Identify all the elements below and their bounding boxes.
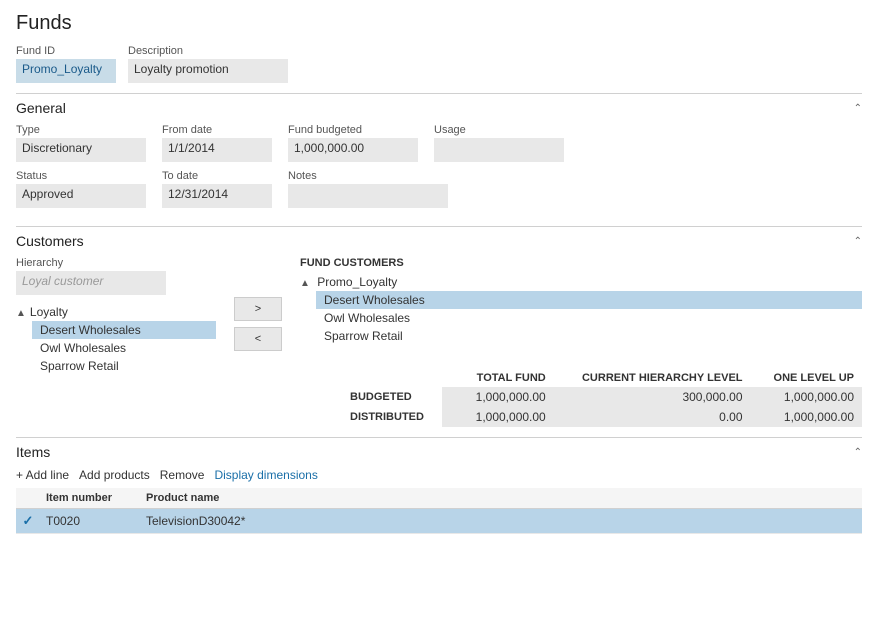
distributed-one-level: 1,000,000.00 (751, 407, 862, 427)
notes-label: Notes (288, 170, 448, 182)
fund-id-field: Fund ID Promo_Loyalty (16, 45, 116, 83)
general-section-header: General ⌃ (16, 94, 862, 120)
distributed-total: 1,000,000.00 (442, 407, 553, 427)
to-date-value[interactable]: 12/31/2014 (162, 184, 272, 208)
customers-section-header: Customers ⌃ (16, 227, 862, 253)
from-date-value[interactable]: 1/1/2014 (162, 138, 272, 162)
fund-customers-label: FUND CUSTOMERS (300, 257, 862, 269)
right-tree-item-owl[interactable]: Owl Wholesales (316, 309, 862, 327)
usage-label: Usage (434, 124, 564, 136)
distributed-current: 0.00 (554, 407, 751, 427)
customers-right-panel: FUND CUSTOMERS ▲ Promo_Loyalty Desert Wh… (300, 257, 862, 427)
col-current-hierarchy: CURRENT HIERARCHY LEVEL (554, 369, 751, 387)
budgeted-total: 1,000,000.00 (442, 387, 553, 407)
description-label: Description (128, 45, 288, 57)
fund-id-label: Fund ID (16, 45, 116, 57)
usage-field: Usage (434, 124, 564, 162)
customers-left-panel: Hierarchy Loyal customer ▲Loyalty Desert… (16, 257, 216, 427)
left-tree-item-owl[interactable]: Owl Wholesales (32, 339, 216, 357)
customers-mid-panel: > < (228, 257, 288, 427)
row-distributed-label: DISTRIBUTED (342, 407, 442, 427)
type-label: Type (16, 124, 146, 136)
customers-section-title: Customers (16, 233, 84, 249)
budgeted-one-level: 1,000,000.00 (751, 387, 862, 407)
fund-budgeted-value[interactable]: 1,000,000.00 (288, 138, 418, 162)
notes-value[interactable] (288, 184, 448, 208)
status-field: Status Approved (16, 170, 146, 208)
status-value[interactable]: Approved (16, 184, 146, 208)
tree-expand-icon: ▲ (16, 308, 26, 319)
row-budgeted-label: BUDGETED (342, 387, 442, 407)
items-section-title: Items (16, 444, 50, 460)
type-field: Type Discretionary (16, 124, 146, 162)
usage-value[interactable] (434, 138, 564, 162)
col-one-level-up: ONE LEVEL UP (751, 369, 862, 387)
status-label: Status (16, 170, 146, 182)
customers-layout: Hierarchy Loyal customer ▲Loyalty Desert… (16, 257, 862, 427)
left-tree-item-sparrow[interactable]: Sparrow Retail (32, 357, 216, 375)
row-product-name: TelevisionD30042* (140, 510, 862, 532)
header-fields: Fund ID Promo_Loyalty Description Loyalt… (16, 45, 862, 83)
items-grid: Item number Product name ✓ T0020 Televis… (16, 488, 862, 534)
display-dimensions-button[interactable]: Display dimensions (214, 468, 317, 482)
right-tree-item-desert[interactable]: Desert Wholesales (316, 291, 862, 309)
items-section-header: Items ⌃ (16, 438, 862, 464)
add-line-button[interactable]: + Add line (16, 468, 69, 482)
general-row-2: Status Approved To date 12/31/2014 Notes (16, 170, 862, 208)
general-row-1: Type Discretionary From date 1/1/2014 Fu… (16, 124, 862, 162)
page-title: Funds (16, 12, 862, 35)
hierarchy-input[interactable]: Loyal customer (16, 271, 166, 295)
right-tree: ▲ Promo_Loyalty Desert Wholesales Owl Wh… (300, 273, 862, 345)
general-section-title: General (16, 100, 66, 116)
from-date-label: From date (162, 124, 272, 136)
to-date-label: To date (162, 170, 272, 182)
right-tree-item-sparrow[interactable]: Sparrow Retail (316, 327, 862, 345)
customers-section: Customers ⌃ Hierarchy Loyal customer ▲Lo… (16, 226, 862, 437)
summary-table: TOTAL FUND CURRENT HIERARCHY LEVEL ONE L… (342, 369, 862, 427)
row-check: ✓ (16, 509, 40, 533)
customers-section-body: Hierarchy Loyal customer ▲Loyalty Desert… (16, 253, 862, 437)
hierarchy-label: Hierarchy (16, 257, 216, 269)
items-grid-header: Item number Product name (16, 488, 862, 509)
right-tree-root[interactable]: ▲ Promo_Loyalty (300, 273, 862, 291)
description-value[interactable]: Loyalty promotion (128, 59, 288, 83)
description-field: Description Loyalty promotion (128, 45, 288, 83)
page-container: Funds Fund ID Promo_Loyalty Description … (0, 0, 878, 546)
col-total-fund: TOTAL FUND (442, 369, 553, 387)
notes-field: Notes (288, 170, 448, 208)
budgeted-current: 300,000.00 (554, 387, 751, 407)
col-item-header: Item number (40, 488, 140, 508)
to-date-field: To date 12/31/2014 (162, 170, 272, 208)
items-toolbar: + Add line Add products Remove Display d… (16, 464, 862, 488)
col-product-header: Product name (140, 488, 862, 508)
fund-id-value[interactable]: Promo_Loyalty (16, 59, 116, 83)
from-date-field: From date 1/1/2014 (162, 124, 272, 162)
type-value[interactable]: Discretionary (16, 138, 146, 162)
items-grid-row[interactable]: ✓ T0020 TelevisionD30042* (16, 509, 862, 534)
left-tree-children: Desert Wholesales Owl Wholesales Sparrow… (16, 321, 216, 375)
general-section: General ⌃ Type Discretionary From date 1… (16, 93, 862, 226)
fund-budgeted-field: Fund budgeted 1,000,000.00 (288, 124, 418, 162)
col-check-header (16, 488, 40, 508)
left-tree-item-desert[interactable]: Desert Wholesales (32, 321, 216, 339)
tree-parent-loyalty[interactable]: ▲Loyalty (16, 303, 216, 321)
items-section: Items ⌃ + Add line Add products Remove D… (16, 437, 862, 534)
remove-button[interactable]: Remove (160, 468, 205, 482)
check-icon: ✓ (23, 513, 34, 529)
arrow-left-button[interactable]: < (234, 327, 282, 351)
arrow-right-button[interactable]: > (234, 297, 282, 321)
fund-budgeted-label: Fund budgeted (288, 124, 418, 136)
general-section-body: Type Discretionary From date 1/1/2014 Fu… (16, 120, 862, 226)
left-tree: ▲Loyalty Desert Wholesales Owl Wholesale… (16, 303, 216, 375)
customers-chevron[interactable]: ⌃ (854, 236, 862, 247)
row-item-number: T0020 (40, 510, 140, 532)
add-products-button[interactable]: Add products (79, 468, 150, 482)
right-tree-children: Desert Wholesales Owl Wholesales Sparrow… (300, 291, 862, 345)
right-tree-expand-icon: ▲ (300, 278, 310, 289)
general-chevron[interactable]: ⌃ (854, 103, 862, 114)
items-chevron[interactable]: ⌃ (854, 447, 862, 458)
